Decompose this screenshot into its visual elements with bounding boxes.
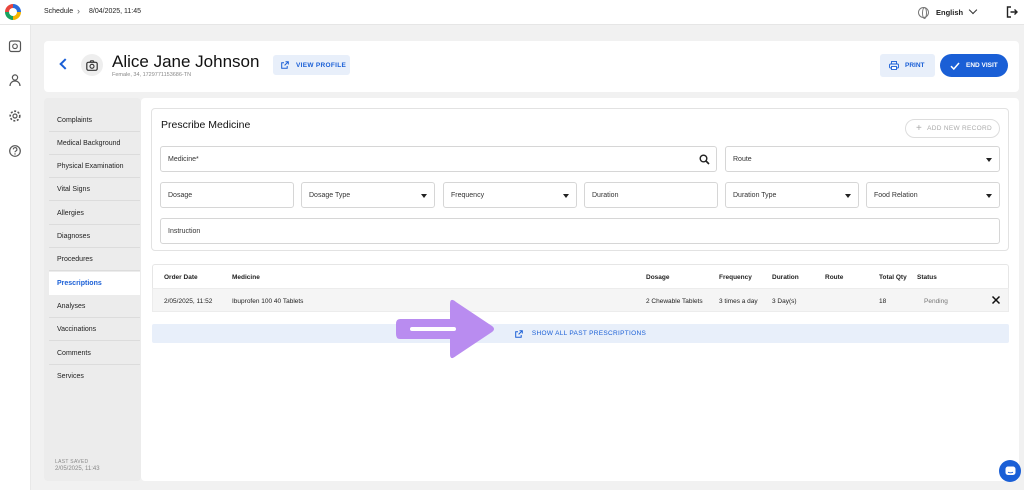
cell-medicine: Ibuprofen 100 40 Tablets xyxy=(232,298,304,305)
printer-icon xyxy=(889,61,899,70)
status-badge: Pending xyxy=(924,298,948,305)
annotation-arrow-icon xyxy=(396,299,494,359)
help-icon[interactable] xyxy=(8,144,22,158)
close-icon[interactable] xyxy=(991,295,1001,305)
instruction-field[interactable]: Instruction xyxy=(160,218,1000,244)
prescriptions-panel: Prescribe Medicine + ADD NEW RECORD Medi… xyxy=(141,98,1019,481)
last-saved-label: LAST SAVED xyxy=(55,459,89,465)
column-header-medicine: Medicine xyxy=(232,274,260,281)
column-header-dosage: Dosage xyxy=(646,274,670,281)
print-button[interactable]: PRINT xyxy=(880,54,935,77)
column-header-total-qty: Total Qty xyxy=(879,274,907,281)
gear-icon[interactable] xyxy=(8,109,22,123)
dropdown-arrow-icon xyxy=(845,194,851,198)
medicine-search-field[interactable]: Medicine* xyxy=(160,146,717,172)
end-visit-button[interactable]: END VISIT xyxy=(940,54,1008,77)
nav-item-vaccinations[interactable]: Vaccinations xyxy=(49,318,140,341)
duration-type-label: Duration Type xyxy=(733,191,777,199)
icon-rail xyxy=(0,25,31,490)
dropdown-arrow-icon xyxy=(563,194,569,198)
frequency-label: Frequency xyxy=(451,191,485,199)
duration-field-label: Duration xyxy=(592,191,619,199)
view-profile-button[interactable]: VIEW PROFILE xyxy=(273,55,350,75)
nav-item-complaints[interactable]: Complaints xyxy=(49,109,140,132)
logout-icon[interactable] xyxy=(1006,6,1018,18)
nav-item-allergies[interactable]: Allergies xyxy=(49,202,140,225)
prescribe-medicine-form: Prescribe Medicine + ADD NEW RECORD Medi… xyxy=(151,108,1009,251)
route-select[interactable]: Route xyxy=(725,146,1000,172)
column-header-frequency: Frequency xyxy=(719,274,752,281)
view-profile-label: VIEW PROFILE xyxy=(296,61,347,69)
last-saved-timestamp: 2/05/2025, 11:43 xyxy=(55,466,100,472)
user-icon[interactable] xyxy=(8,73,22,87)
add-new-record-button[interactable]: + ADD NEW RECORD xyxy=(905,119,1000,138)
nav-item-services[interactable]: Services xyxy=(49,365,140,388)
camera-icon xyxy=(86,59,98,71)
globe-icon xyxy=(918,6,929,19)
cell-dosage: 2 Chewable Tablets xyxy=(646,298,703,305)
search-icon[interactable] xyxy=(699,154,710,165)
nav-item-medical-background[interactable]: Medical Background xyxy=(49,132,140,155)
dosage-type-select[interactable]: Dosage Type xyxy=(301,182,435,208)
route-select-label: Route xyxy=(733,155,752,163)
duration-type-select[interactable]: Duration Type xyxy=(725,182,859,208)
cell-order-date: 2/05/2025, 11:52 xyxy=(164,298,213,305)
chat-support-button[interactable] xyxy=(999,460,1021,482)
chat-icon xyxy=(1005,466,1015,475)
external-link-icon xyxy=(281,61,289,69)
nav-item-comments[interactable]: Comments xyxy=(49,342,140,365)
form-title: Prescribe Medicine xyxy=(161,119,251,131)
app-logo[interactable] xyxy=(5,4,21,20)
dropdown-arrow-icon xyxy=(986,158,992,162)
dosage-field[interactable]: Dosage xyxy=(160,182,294,208)
chevron-down-icon xyxy=(968,5,978,15)
patient-header: Alice Jane Johnson Female, 34, 172977115… xyxy=(44,41,1019,92)
add-new-record-label: ADD NEW RECORD xyxy=(927,125,993,132)
instruction-field-label: Instruction xyxy=(168,227,201,235)
show-past-prescriptions-button[interactable]: SHOW ALL PAST PRESCRIPTIONS xyxy=(152,324,1009,343)
nav-item-physical-examination[interactable]: Physical Examination xyxy=(49,155,140,178)
breadcrumb-visit-date: 8/04/2025, 11:45 xyxy=(89,8,142,15)
dosage-field-label: Dosage xyxy=(168,191,193,199)
nav-item-vital-signs[interactable]: Vital Signs xyxy=(49,178,140,201)
food-relation-label: Food Relation xyxy=(874,191,918,199)
language-label: English xyxy=(936,7,964,17)
check-icon xyxy=(950,62,960,70)
cell-total-qty: 18 xyxy=(879,298,887,305)
breadcrumb-schedule[interactable]: Schedule xyxy=(44,8,73,15)
nav-item-analyses[interactable]: Analyses xyxy=(49,295,140,318)
dropdown-arrow-icon xyxy=(986,194,992,198)
end-visit-label: END VISIT xyxy=(966,62,998,69)
language-selector[interactable]: English xyxy=(918,5,978,19)
duration-field[interactable]: Duration xyxy=(584,182,718,208)
breadcrumb-separator-icon: › xyxy=(77,6,80,16)
dosage-type-label: Dosage Type xyxy=(309,191,351,199)
column-header-status: Status xyxy=(917,274,937,281)
nav-item-procedures[interactable]: Procedures xyxy=(49,248,140,271)
nav-item-prescriptions[interactable]: Prescriptions xyxy=(49,272,140,295)
show-past-prescriptions-label: SHOW ALL PAST PRESCRIPTIONS xyxy=(531,330,647,337)
cell-duration: 3 Day(s) xyxy=(772,298,797,305)
top-bar: Schedule › 8/04/2025, 11:45 English xyxy=(0,0,1024,25)
nav-item-diagnoses[interactable]: Diagnoses xyxy=(49,225,140,248)
patient-details: Female, 34, 1729771153686-TN xyxy=(112,72,192,78)
column-header-duration: Duration xyxy=(772,274,799,281)
visit-sections-nav: Complaints Medical Background Physical E… xyxy=(44,98,141,481)
avatar[interactable] xyxy=(81,54,103,76)
column-header-route: Route xyxy=(825,274,844,281)
cell-frequency: 3 times a day xyxy=(719,298,758,305)
dropdown-arrow-icon xyxy=(421,194,427,198)
table-header: Order Date Medicine Dosage Frequency Dur… xyxy=(152,264,1009,288)
food-relation-select[interactable]: Food Relation xyxy=(866,182,1000,208)
medicine-field-label: Medicine* xyxy=(168,155,199,163)
frequency-select[interactable]: Frequency xyxy=(443,182,577,208)
column-header-order-date: Order Date xyxy=(164,274,198,281)
plus-icon: + xyxy=(916,122,923,134)
back-arrow-icon[interactable] xyxy=(59,58,71,70)
external-link-icon xyxy=(515,329,523,338)
calendar-icon[interactable] xyxy=(8,39,22,53)
print-label: PRINT xyxy=(905,62,925,69)
patient-name: Alice Jane Johnson xyxy=(112,52,260,71)
table-row[interactable]: 2/05/2025, 11:52 Ibuprofen 100 40 Tablet… xyxy=(152,288,1009,312)
